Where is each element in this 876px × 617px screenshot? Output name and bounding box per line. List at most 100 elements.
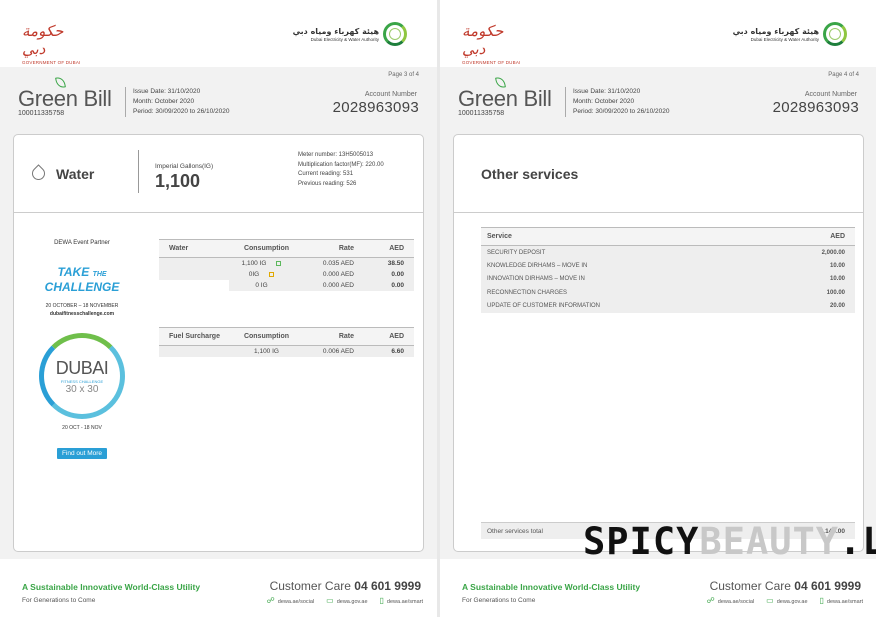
- table-row: KNOWLEDGE DIRHAMS – MOVE IN 10.00: [481, 259, 855, 273]
- government-of-dubai-logo: حكومة دبي GOVERNMENT OF DUBAI: [22, 22, 82, 65]
- bill-header: Green Bill 100011335758 Issue Date: 31/1…: [16, 70, 421, 126]
- dewa-logo: هيئة كهرباء ومياه دبي Dubai Electricity …: [293, 22, 407, 46]
- tagline: A Sustainable Innovative World-Class Uti…: [462, 582, 641, 592]
- header-divider: [138, 150, 139, 193]
- col-header: Rate: [304, 239, 364, 258]
- footer-links: ☍ dewa.ae/social ▭ dewa.gov.ae ▯ dewa.ae/sm…: [267, 596, 423, 605]
- customer-care: Customer Care 04 601 9999: [269, 579, 421, 593]
- previous-reading: Previous reading: 526: [298, 180, 357, 187]
- total-label: Other services total: [487, 528, 543, 535]
- account-number: 2028963093: [772, 99, 859, 116]
- monitor-icon: ▭: [326, 596, 334, 605]
- bill-footer: A Sustainable Innovative World-Class Uti…: [0, 572, 437, 617]
- logo-bar: حكومة دبي GOVERNMENT OF DUBAI هيئة كهربا…: [440, 18, 876, 65]
- phone-icon: ▯: [819, 596, 824, 605]
- watermark: SPICYBEAUTY.LT: [583, 520, 876, 563]
- tagline: A Sustainable Innovative World-Class Uti…: [22, 582, 201, 592]
- section-title: Water: [56, 166, 95, 182]
- col-header: AED: [364, 239, 414, 258]
- gov-logo-script: حكومة دبي: [22, 22, 64, 58]
- table-row: INNOVATION DIRHAMS – MOVE IN 10.00: [481, 272, 855, 286]
- issue-info: Issue Date: 31/10/2020 Month: October 20…: [573, 87, 670, 117]
- social-link[interactable]: ☍ dewa.ae/social: [707, 596, 755, 605]
- meter-info: Meter number: 13H5005013 Multiplication …: [298, 151, 384, 189]
- account-number-label: Account Number: [804, 91, 857, 98]
- contract-number: 100011335758: [18, 110, 65, 117]
- bill-period: Period: 30/09/2020 to 26/10/2020: [573, 108, 670, 115]
- dewa-logo-arabic: هيئة كهرباء ومياه دبي: [292, 26, 379, 36]
- amber-slab-icon: [269, 271, 275, 277]
- dewa-logo-english: Dubai Electricity & Water Authority: [750, 36, 819, 42]
- table-row: UPDATE OF CUSTOMER INFORMATION 20.00: [481, 299, 855, 313]
- table-row: 1,100 IG 0.035 AED 38.50: [159, 257, 414, 269]
- col-header: Service: [481, 227, 774, 246]
- brand-text: Green Bill: [18, 86, 112, 111]
- website-link[interactable]: ▭ dewa.gov.ae: [326, 596, 367, 605]
- col-header: Rate: [304, 327, 364, 346]
- water-charges-table: Water Consumption Rate AED 1,100 IG 0.03…: [159, 239, 414, 291]
- take-the-challenge-logo: TAKE THE CHALLENGE: [44, 265, 120, 294]
- bill-footer: A Sustainable Innovative World-Class Uti…: [440, 572, 876, 617]
- water-drop-icon: [29, 164, 48, 183]
- government-of-dubai-logo: حكومة دبي GOVERNMENT OF DUBAI: [462, 22, 522, 65]
- contract-number: 100011335758: [458, 110, 505, 117]
- table-row: 0IG 0.000 AED 0.00: [159, 268, 414, 280]
- other-services-header: Other services: [454, 135, 863, 213]
- smart-app-link[interactable]: ▯ dewa.ae/smart: [380, 596, 423, 605]
- fitness-challenge-logo: DUBAI FITNESS CHALLENGE 30 x 30: [39, 333, 125, 419]
- col-header: Water: [159, 239, 229, 258]
- meter-number: Meter number: 13H5005013: [298, 152, 374, 158]
- col-header: Consumption: [229, 239, 304, 258]
- green-slab-icon: [276, 260, 282, 266]
- gov-logo-script: حكومة دبي: [462, 22, 504, 58]
- bill-header: Green Bill 100011335758 Issue Date: 31/1…: [456, 70, 861, 126]
- dewa-logo: هيئة كهرباء ومياه دبي Dubai Electricity …: [733, 22, 847, 46]
- green-bill-brand: Green Bill: [18, 76, 112, 112]
- current-reading: Current reading: 531: [298, 171, 354, 177]
- promo-url: dubaifitnesschallenge.com: [49, 311, 115, 317]
- page-number: Page 3 of 4: [388, 72, 419, 78]
- bill-period: Period: 30/09/2020 to 26/10/2020: [133, 108, 230, 115]
- footer-links: ☍ dewa.ae/social ▭ dewa.gov.ae ▯ dewa.ae/sm…: [707, 596, 863, 605]
- multiplication-factor: Multiplication factor(MF): 220.00: [298, 161, 384, 168]
- other-services-card: Other services Service AED SECURITY DEPO…: [453, 134, 864, 552]
- header-divider: [565, 87, 566, 117]
- issue-info: Issue Date: 31/10/2020 Month: October 20…: [133, 87, 230, 117]
- table-row: SECURITY DEPOSIT 2,000.00: [481, 245, 855, 259]
- phone-icon: ▯: [379, 596, 384, 605]
- col-header: AED: [773, 227, 855, 246]
- gov-logo-text: GOVERNMENT OF DUBAI: [462, 60, 521, 65]
- section-title: Other services: [481, 166, 579, 182]
- tagline-sub: For Generations to Come: [22, 597, 96, 604]
- account-number-label: Account Number: [364, 91, 417, 98]
- share-icon: ☍: [266, 596, 275, 605]
- share-icon: ☍: [706, 596, 715, 605]
- fuel-surcharge-table: Fuel Surcharge Consumption Rate AED 1,10…: [159, 327, 414, 357]
- promo-dates: 20 OCTOBER – 18 NOVEMBER: [45, 303, 119, 309]
- brand-text: Green Bill: [458, 86, 552, 111]
- social-link[interactable]: ☍ dewa.ae/social: [267, 596, 315, 605]
- table-row: 0 IG 0.000 AED 0.00: [159, 279, 414, 291]
- promo-panel: DEWA Event Partner TAKE THE CHALLENGE 20…: [32, 240, 132, 460]
- promo-partner: DEWA Event Partner: [54, 240, 110, 246]
- col-header: Consumption: [229, 327, 304, 346]
- page-number: Page 4 of 4: [828, 72, 859, 78]
- col-header: Fuel Surcharge: [159, 327, 229, 346]
- bill-page-3: حكومة دبي GOVERNMENT OF DUBAI هيئة كهربا…: [0, 0, 437, 617]
- find-out-more-button[interactable]: Find out More: [56, 448, 108, 459]
- gov-logo-text: GOVERNMENT OF DUBAI: [22, 60, 81, 65]
- issue-date: Issue Date: 31/10/2020: [133, 88, 201, 95]
- water-card: Water Imperial Gallons(IG) 1,100 Meter n…: [13, 134, 424, 552]
- bill-month: Month: October 2020: [133, 98, 195, 105]
- website-link[interactable]: ▭ dewa.gov.ae: [766, 596, 807, 605]
- account-number: 2028963093: [332, 99, 419, 116]
- table-row: RECONNECTION CHARGES 100.00: [481, 286, 855, 300]
- dewa-ring-icon: [383, 22, 407, 46]
- ig-label: Imperial Gallons(IG): [155, 163, 214, 170]
- smart-app-link[interactable]: ▯ dewa.ae/smart: [820, 596, 863, 605]
- dewa-ring-icon: [823, 22, 847, 46]
- water-card-header: Water Imperial Gallons(IG) 1,100 Meter n…: [14, 135, 423, 213]
- fitness-dates: 20 OCT - 18 NOV: [62, 425, 102, 431]
- table-row: 1,100 IG 0.006 AED 6.60: [159, 345, 414, 357]
- green-bill-brand: Green Bill: [458, 76, 552, 112]
